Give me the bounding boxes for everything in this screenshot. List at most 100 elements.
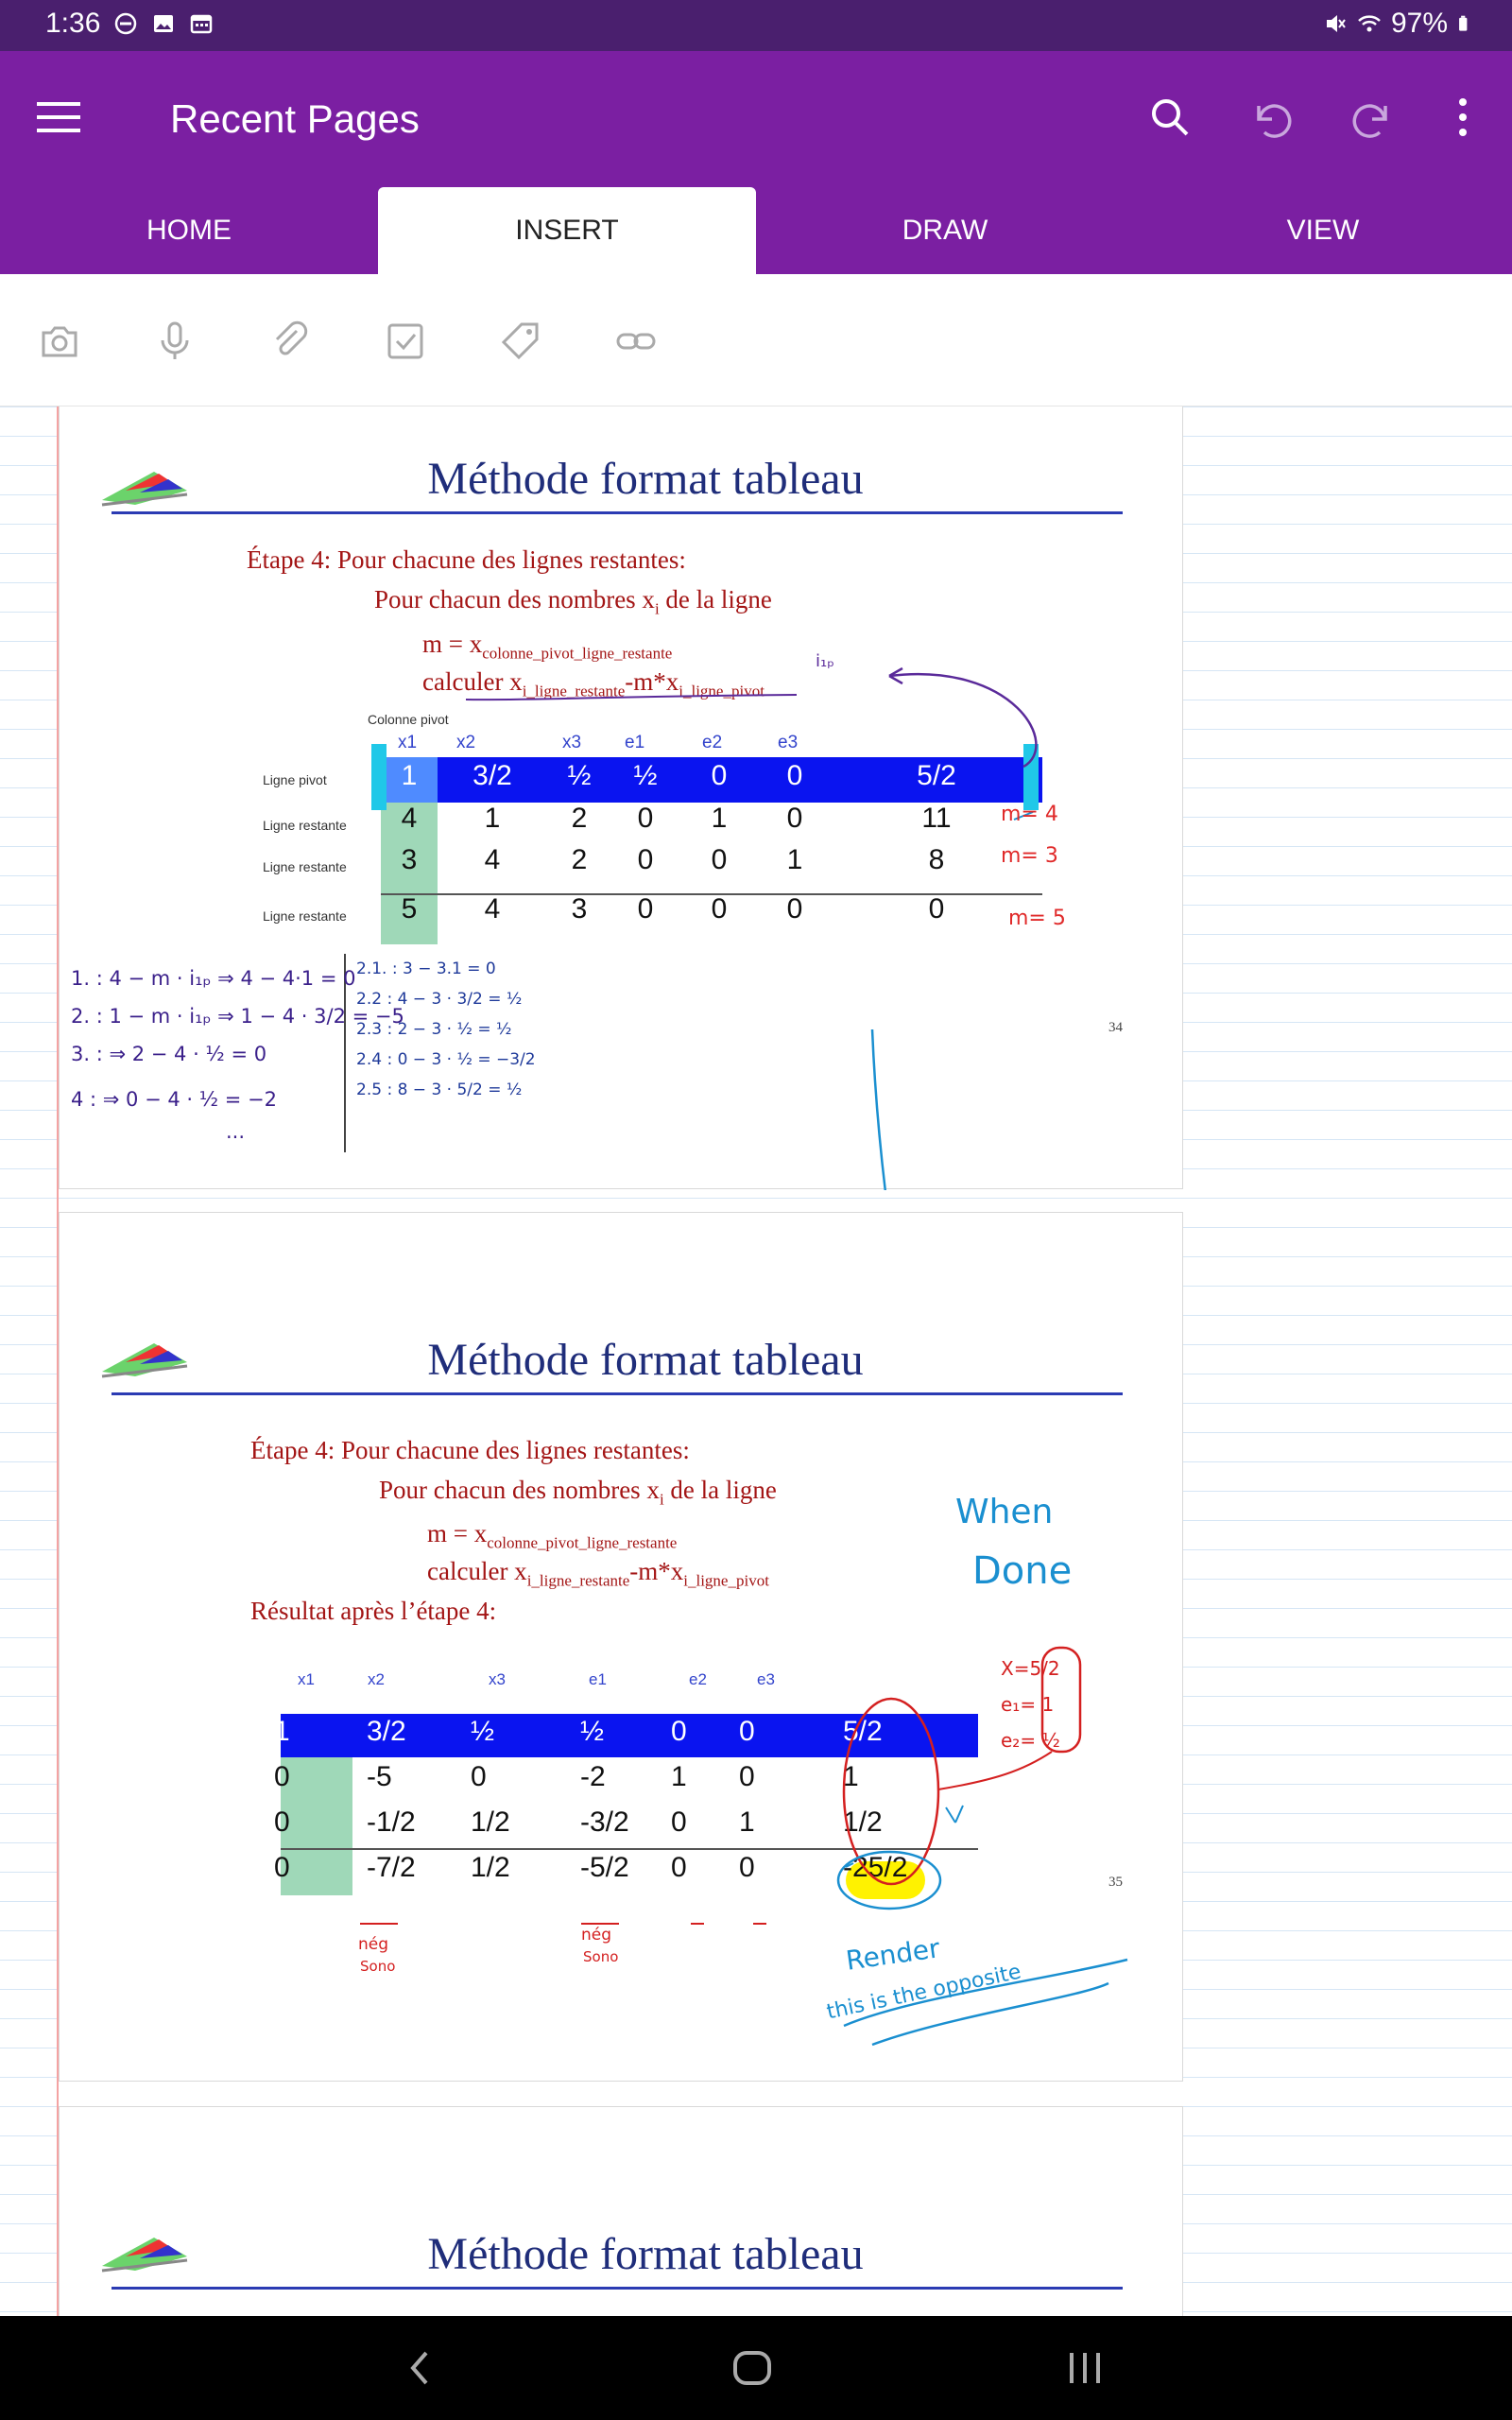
wifi-icon bbox=[1358, 15, 1381, 32]
table-cell: -25/2 bbox=[843, 1852, 908, 1883]
table-cell: -5 bbox=[367, 1761, 392, 1792]
table-cell: 0 bbox=[637, 803, 654, 834]
tab-view[interactable]: VIEW bbox=[1134, 187, 1512, 274]
ink-line: 2.5 : 8 − 3 · 5/2 = ½ bbox=[356, 1080, 523, 1099]
back-button[interactable] bbox=[391, 2344, 448, 2392]
row-label: Ligne restante bbox=[263, 859, 347, 874]
more-options-icon[interactable] bbox=[1435, 89, 1491, 146]
row-label: Ligne restante bbox=[263, 818, 347, 833]
line2-text: Pour chacun des nombres xi de la ligne bbox=[374, 585, 772, 618]
table-cell: 1 bbox=[843, 1761, 859, 1792]
table-cell: -2 bbox=[580, 1761, 606, 1792]
header-x1: x1 bbox=[398, 733, 418, 752]
status-bar: 1:36 97% bbox=[0, 0, 1512, 51]
tag-icon[interactable] bbox=[499, 320, 542, 363]
home-button[interactable] bbox=[724, 2344, 781, 2392]
header-e2: e2 bbox=[689, 1670, 707, 1688]
ink-neg: Sono bbox=[583, 1948, 619, 1965]
recents-button[interactable] bbox=[1057, 2344, 1113, 2392]
tab-draw[interactable]: DRAW bbox=[756, 187, 1134, 274]
table-cell: 3 bbox=[571, 893, 588, 925]
mute-icon bbox=[1326, 15, 1346, 32]
table-cell: 1/2 bbox=[471, 1806, 510, 1838]
redo-icon[interactable] bbox=[1344, 89, 1400, 146]
tab-home[interactable]: HOME bbox=[0, 187, 378, 274]
table-cell: 1 bbox=[786, 844, 803, 875]
table-cell: 0 bbox=[739, 1852, 755, 1883]
table-cell: 0 bbox=[711, 760, 728, 791]
ink-line: 2.4 : 0 − 3 · ½ = −3/2 bbox=[356, 1050, 536, 1069]
step-text: Étape 4: Pour chacune des lignes restant… bbox=[247, 545, 686, 574]
step-text: Étape 4: Pour chacune des lignes restant… bbox=[250, 1436, 690, 1464]
table-cell: 4 bbox=[401, 803, 418, 834]
table-cell: 3/2 bbox=[472, 760, 512, 791]
table-cell: 0 bbox=[671, 1852, 687, 1883]
table-cell: 0 bbox=[637, 893, 654, 925]
ink-i1p: i₁ₚ bbox=[816, 651, 834, 671]
table-cell: -5/2 bbox=[580, 1852, 629, 1883]
table-cell: 0 bbox=[786, 893, 803, 925]
table-cell: ½ bbox=[471, 1716, 495, 1747]
m-formula: m = xcolonne_pivot_ligne_restante bbox=[422, 630, 673, 663]
table-cell: 0 bbox=[739, 1761, 755, 1792]
note-canvas[interactable]: Méthode format tableau Étape 4: Pour cha… bbox=[0, 406, 1512, 2316]
table-cell: 0 bbox=[739, 1716, 755, 1747]
calc-formula: calculer xi_ligne_restante-m*xi_ligne_pi… bbox=[422, 667, 765, 700]
ink-when: When bbox=[955, 1493, 1054, 1531]
slide-36: Méthode format tableau bbox=[59, 2106, 1183, 2316]
table-cell: 0 bbox=[671, 1716, 687, 1747]
tab-insert[interactable]: INSERT bbox=[378, 187, 756, 274]
result-text: Résultat après l’étape 4: bbox=[250, 1597, 497, 1625]
slide-title: Méthode format tableau bbox=[427, 2229, 864, 2279]
table-cell: 0 bbox=[928, 893, 945, 925]
table-cell: 1 bbox=[484, 803, 501, 834]
ink-neg: nég bbox=[358, 1935, 389, 1954]
link-icon[interactable] bbox=[614, 320, 658, 363]
slide-title: Méthode format tableau bbox=[427, 1335, 864, 1385]
ink-line: 3. : ⇒ 2 − 4 · ½ = 0 bbox=[71, 1043, 267, 1065]
system-nav-bar bbox=[0, 2316, 1512, 2420]
header-e2: e2 bbox=[702, 733, 723, 752]
battery-icon bbox=[1459, 15, 1468, 31]
ink-line: 2.3 : 2 − 3 · ½ = ½ bbox=[356, 1020, 512, 1039]
ink-solution: e₁= 1 bbox=[1001, 1693, 1055, 1716]
table-cell: 5/2 bbox=[843, 1716, 883, 1747]
table-cell: ½ bbox=[580, 1716, 605, 1747]
table-cell: 1 bbox=[671, 1761, 687, 1792]
header-x2: x2 bbox=[456, 733, 476, 752]
header-x3: x3 bbox=[562, 733, 582, 752]
ink-line: ... bbox=[226, 1120, 246, 1143]
header-e1: e1 bbox=[589, 1670, 607, 1688]
checkbox-icon[interactable] bbox=[384, 320, 427, 363]
table-cell: 1/2 bbox=[471, 1852, 510, 1883]
undo-icon[interactable] bbox=[1244, 89, 1300, 146]
ink-solution: X=5/2 bbox=[1001, 1657, 1060, 1680]
table-cell: 5/2 bbox=[917, 760, 956, 791]
table-cell: 0 bbox=[711, 844, 728, 875]
attachment-icon[interactable] bbox=[268, 320, 312, 363]
table-cell: 0 bbox=[711, 893, 728, 925]
table-cell: -7/2 bbox=[367, 1852, 416, 1883]
table-cell: 11 bbox=[921, 803, 952, 834]
table-cell: ½ bbox=[567, 760, 592, 791]
table-cell: -3/2 bbox=[580, 1806, 629, 1838]
table-cell: 0 bbox=[786, 760, 803, 791]
table-cell: 8 bbox=[928, 844, 945, 875]
header-x1: x1 bbox=[298, 1670, 315, 1688]
menu-icon[interactable] bbox=[30, 89, 87, 146]
table-cell: 3/2 bbox=[367, 1716, 406, 1747]
ink-neg: nég bbox=[581, 1926, 612, 1945]
microphone-icon[interactable] bbox=[153, 320, 197, 363]
table-cell: 0 bbox=[637, 844, 654, 875]
ink-line: 2. : 1 − m · i₁ₚ ⇒ 1 − 4 · 3/2 = −5 bbox=[71, 1005, 404, 1028]
search-icon[interactable] bbox=[1142, 89, 1198, 146]
camera-icon[interactable] bbox=[38, 320, 81, 363]
table-cell: 1 bbox=[739, 1806, 755, 1838]
battery-percent: 97% bbox=[1390, 8, 1448, 39]
header-e3: e3 bbox=[757, 1670, 775, 1688]
ribbon-tabs: HOME INSERT DRAW VIEW bbox=[0, 187, 1512, 274]
line2-text: Pour chacun des nombres xi de la ligne bbox=[379, 1476, 777, 1509]
app-bar: Recent Pages HOME INSERT DRAW VIEW bbox=[0, 51, 1512, 274]
table-cell: 2 bbox=[571, 844, 588, 875]
table-cell: 0 bbox=[274, 1761, 290, 1792]
